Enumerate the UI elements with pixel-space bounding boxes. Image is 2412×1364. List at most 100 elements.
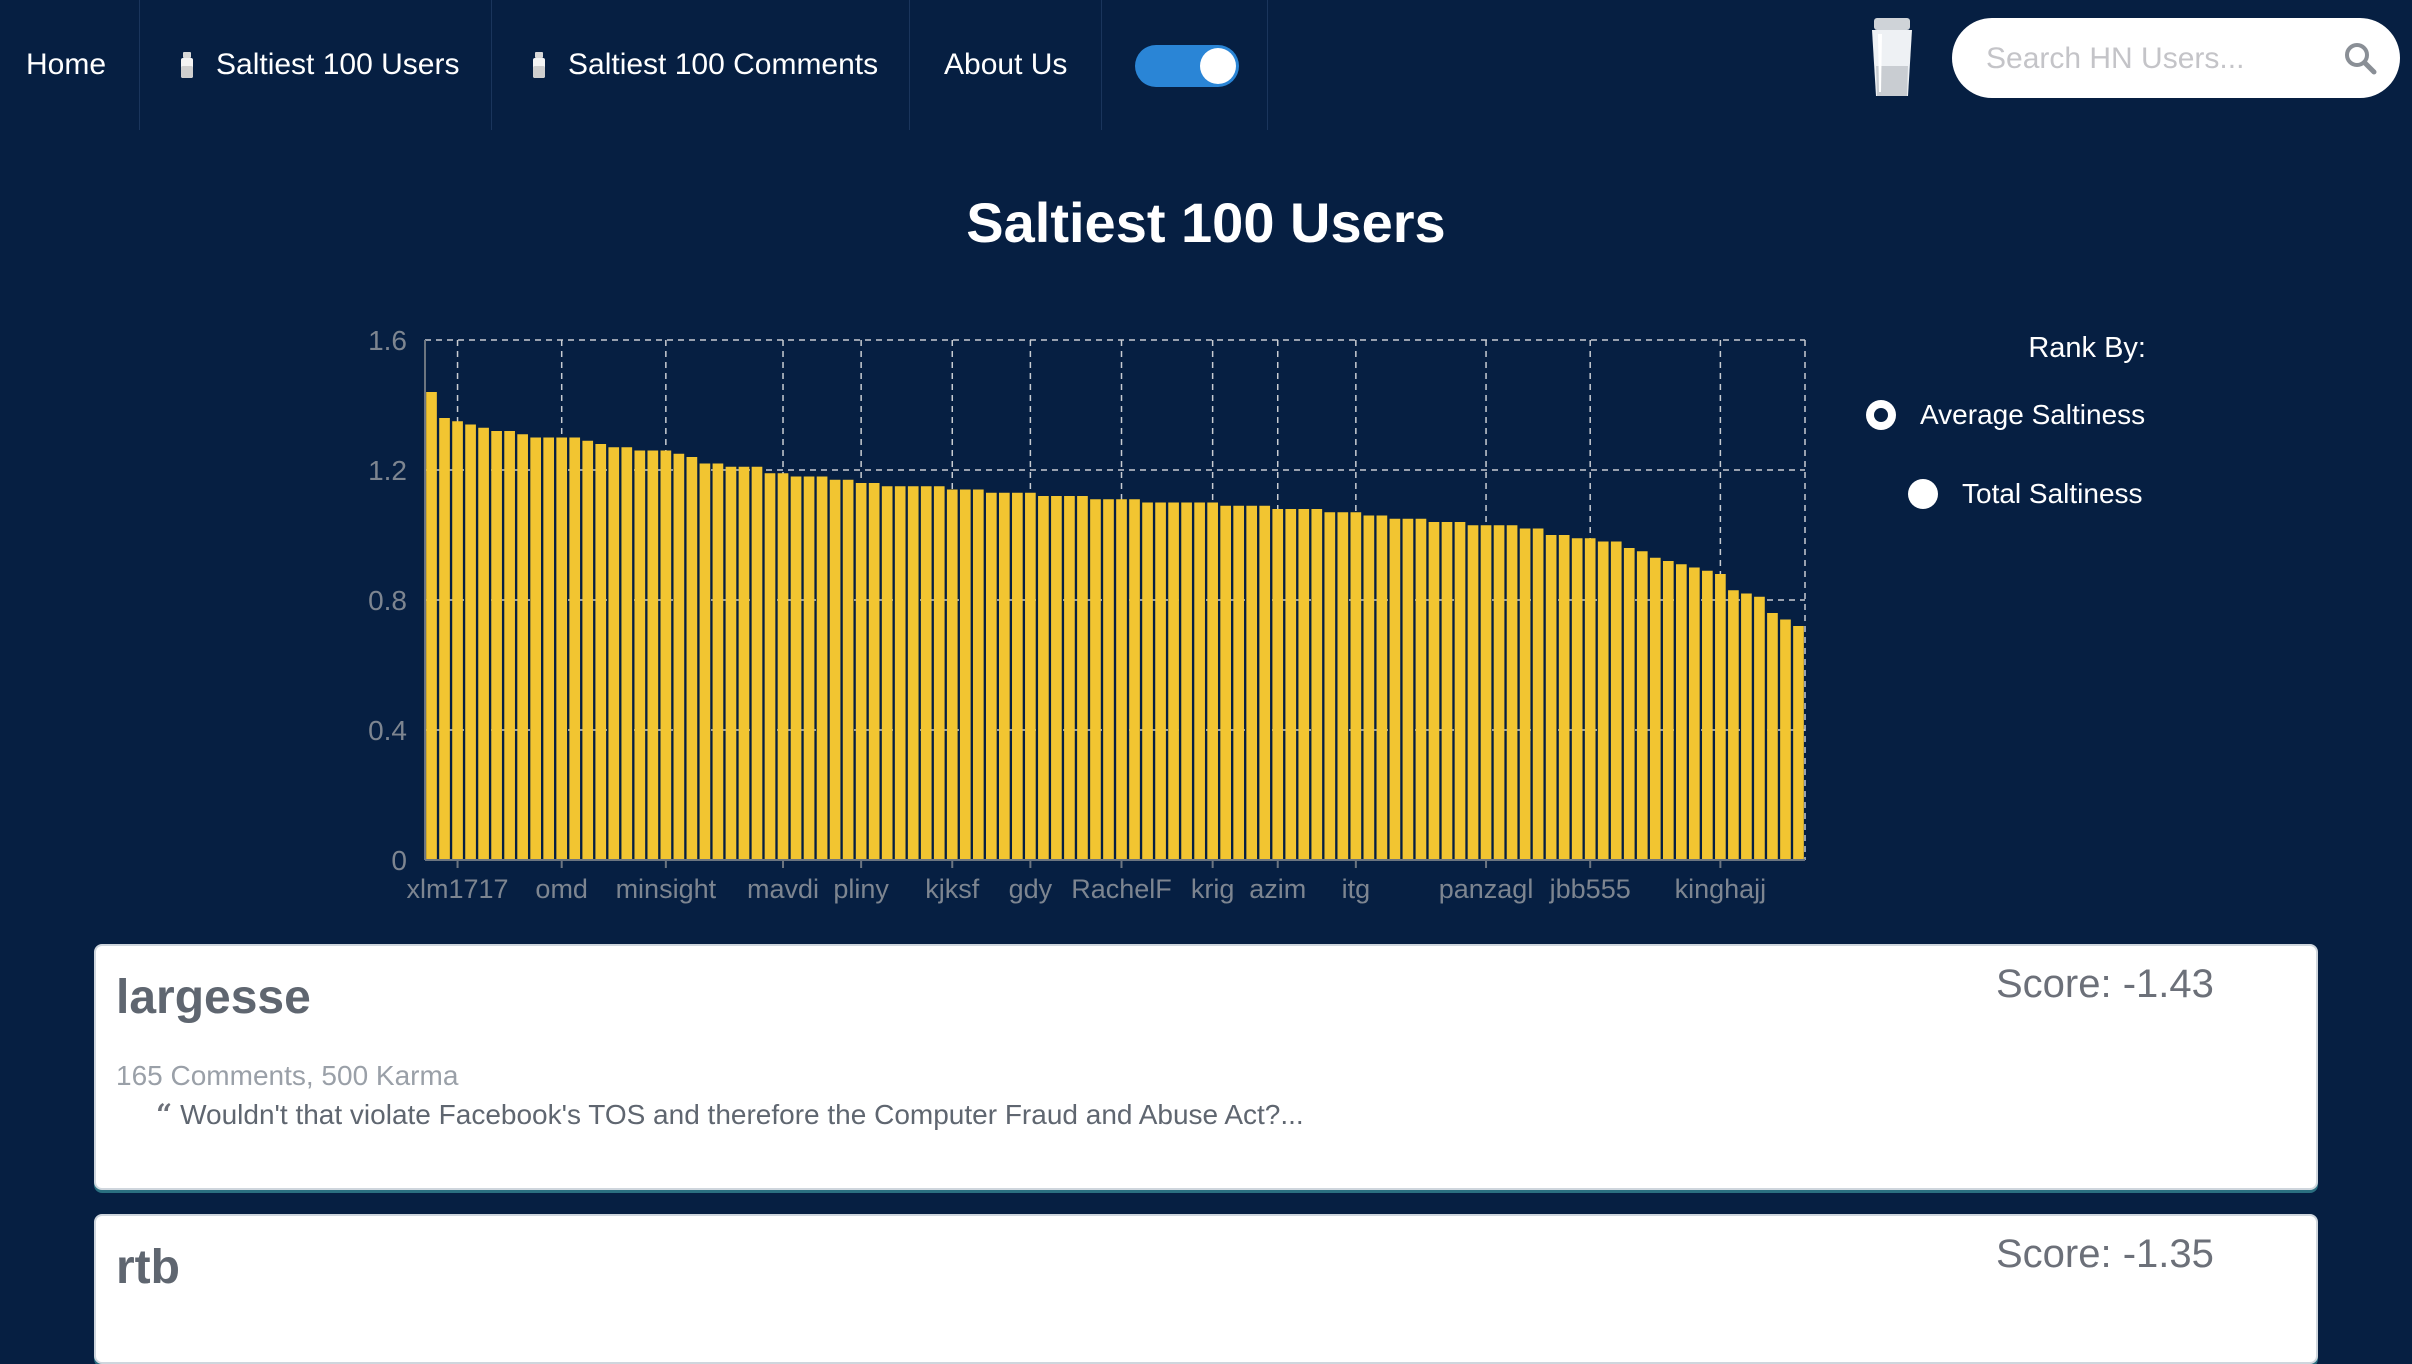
nav-about-link[interactable]: About Us bbox=[910, 0, 1102, 130]
bar bbox=[1715, 574, 1726, 860]
user-card[interactable]: rtb Score: -1.35 bbox=[94, 1214, 2318, 1364]
bar bbox=[777, 473, 789, 860]
search-icon[interactable] bbox=[2342, 40, 2378, 76]
bar bbox=[946, 489, 958, 860]
bar bbox=[855, 483, 867, 860]
bar bbox=[1350, 512, 1362, 860]
bar bbox=[1311, 509, 1323, 860]
bar bbox=[738, 466, 750, 860]
bar bbox=[881, 486, 893, 860]
bar bbox=[751, 466, 763, 860]
bar bbox=[595, 444, 607, 860]
bar bbox=[491, 431, 502, 860]
x-tick-label: pliny bbox=[833, 874, 889, 904]
bar bbox=[790, 476, 802, 860]
bar bbox=[1571, 538, 1583, 860]
quote-icon: “ bbox=[156, 1098, 173, 1131]
bar bbox=[1793, 626, 1804, 860]
bar bbox=[1636, 551, 1648, 860]
bar bbox=[1064, 496, 1075, 860]
bar bbox=[1402, 518, 1414, 860]
bar bbox=[1467, 525, 1479, 860]
bar bbox=[452, 421, 463, 860]
bar bbox=[517, 434, 528, 860]
user-name[interactable]: rtb bbox=[116, 1240, 180, 1295]
bar bbox=[582, 440, 594, 860]
nav-saltiest-users-link[interactable]: Saltiest 100 Users bbox=[140, 0, 492, 130]
bar bbox=[712, 463, 724, 860]
bar bbox=[1428, 522, 1440, 860]
y-tick-label: 0.4 bbox=[368, 715, 407, 746]
bar bbox=[1285, 509, 1297, 860]
bar bbox=[1675, 564, 1687, 860]
x-tick-label: kinghajj bbox=[1675, 874, 1767, 904]
bar bbox=[829, 479, 841, 860]
x-tick-label: mavdi bbox=[747, 874, 819, 904]
nav-saltiest-comments-link[interactable]: Saltiest 100 Comments bbox=[492, 0, 910, 130]
bar bbox=[556, 437, 568, 860]
x-tick-label: kjksf bbox=[925, 874, 979, 904]
user-card[interactable]: largesse Score: -1.43 165 Comments, 500 … bbox=[94, 944, 2318, 1190]
rank-option-average[interactable]: Average Saltiness bbox=[1866, 399, 2145, 431]
bar bbox=[816, 476, 828, 860]
bar bbox=[1298, 509, 1310, 860]
bar bbox=[972, 489, 984, 860]
bar bbox=[647, 450, 659, 860]
bar bbox=[985, 492, 997, 860]
bar bbox=[660, 450, 672, 860]
bar bbox=[1038, 496, 1049, 860]
bar bbox=[1051, 496, 1062, 860]
user-score: Score: -1.43 bbox=[1996, 962, 2214, 1006]
rank-option-total[interactable]: Total Saltiness bbox=[1908, 478, 2143, 510]
bar bbox=[1363, 515, 1375, 860]
bar bbox=[569, 437, 581, 860]
bar bbox=[621, 447, 633, 860]
bar bbox=[1689, 567, 1700, 860]
bar bbox=[1194, 502, 1205, 860]
bar bbox=[1767, 613, 1778, 860]
bar bbox=[1493, 525, 1505, 860]
bar bbox=[920, 486, 932, 860]
bar bbox=[1623, 548, 1635, 860]
bar bbox=[1441, 522, 1453, 860]
bar bbox=[1129, 499, 1140, 860]
page-title: Saltiest 100 Users bbox=[966, 191, 1446, 254]
user-name[interactable]: largesse bbox=[116, 970, 311, 1025]
salt-shaker-icon bbox=[181, 52, 193, 78]
bar bbox=[999, 492, 1010, 860]
bar bbox=[1116, 499, 1127, 860]
x-tick-label: krig bbox=[1191, 874, 1235, 904]
bar bbox=[1272, 509, 1284, 860]
bar bbox=[1545, 535, 1557, 860]
x-tick-label: omd bbox=[535, 874, 588, 904]
nav-about-label: About Us bbox=[944, 48, 1068, 81]
search-input[interactable] bbox=[1984, 18, 2328, 100]
y-tick-label: 1.6 bbox=[368, 325, 407, 356]
radio-average-saltiness[interactable] bbox=[1866, 400, 1896, 430]
bar bbox=[543, 437, 555, 860]
bar bbox=[1702, 570, 1713, 860]
bar bbox=[1649, 557, 1661, 860]
bar bbox=[1220, 505, 1231, 860]
x-tick-label: RachelF bbox=[1071, 874, 1172, 904]
bar bbox=[439, 418, 450, 860]
bar bbox=[842, 479, 854, 860]
bar bbox=[803, 476, 815, 860]
rank-option-average-label: Average Saltiness bbox=[1920, 399, 2146, 430]
bar bbox=[465, 424, 476, 860]
bar bbox=[1597, 541, 1609, 860]
top-navbar: Home Saltiest 100 Users Saltiest 100 Com… bbox=[0, 0, 2412, 130]
bar bbox=[868, 483, 880, 860]
x-tick-label: jbb555 bbox=[1549, 874, 1631, 904]
bar bbox=[1610, 541, 1622, 860]
theme-toggle[interactable] bbox=[1135, 45, 1239, 87]
bar bbox=[1259, 505, 1271, 860]
saltiness-bar-chart: 0 0.4 0.8 1.2 1.6 xlm1717 omd minsight mavdi plin… bbox=[368, 325, 1806, 904]
x-tick-label: panzagl bbox=[1439, 874, 1534, 904]
radio-total-saltiness[interactable] bbox=[1908, 479, 1938, 509]
bar bbox=[1012, 492, 1023, 860]
bar bbox=[1754, 596, 1765, 860]
bar bbox=[1181, 502, 1192, 860]
nav-home-link[interactable]: Home bbox=[0, 0, 140, 130]
bar bbox=[1532, 528, 1544, 860]
